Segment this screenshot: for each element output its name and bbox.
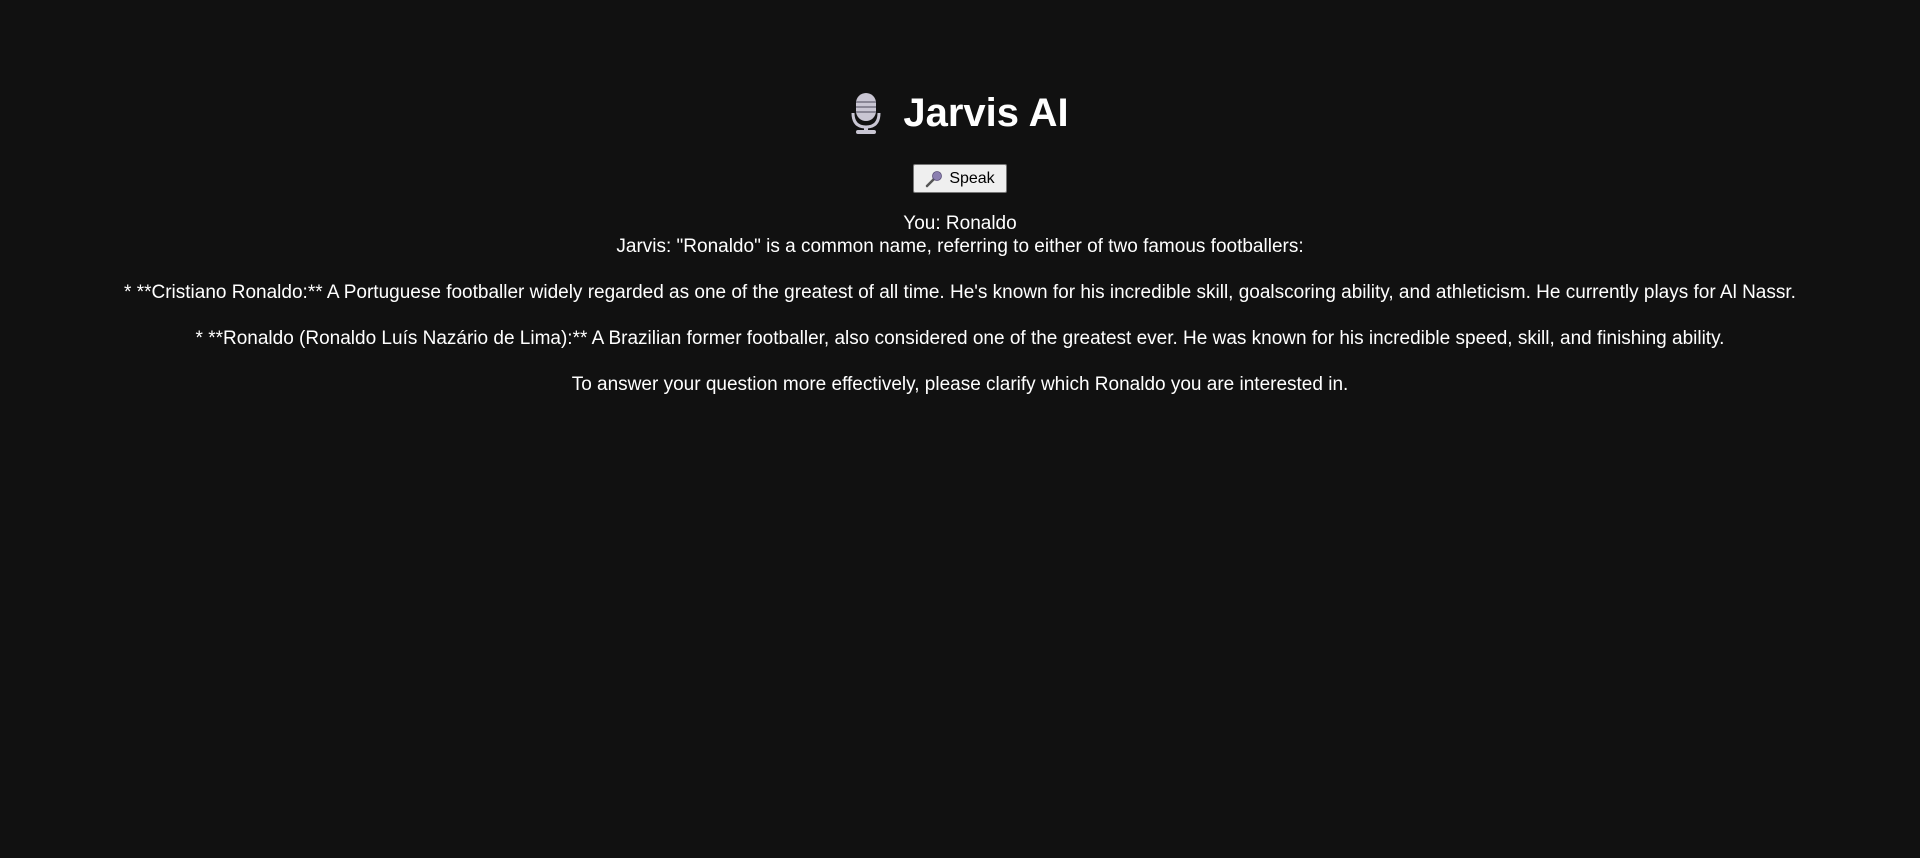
- user-message: You: Ronaldo: [903, 213, 1017, 234]
- assistant-bullet-2: * **Ronaldo (Ronaldo Luís Nazário de Lim…: [195, 328, 1725, 349]
- assistant-intro: Jarvis: "Ronaldo" is a common name, refe…: [616, 236, 1304, 257]
- page-title: Jarvis AI: [903, 91, 1069, 135]
- speak-button[interactable]: Speak: [913, 164, 1007, 193]
- assistant-bullet-1: * **Cristiano Ronaldo:** A Portuguese fo…: [124, 282, 1796, 303]
- app-page: Jarvis AI Speak You: Ronaldo Jarvis: "Ro…: [0, 0, 1920, 858]
- header: Jarvis AI: [0, 86, 1920, 140]
- microphone-icon: [851, 91, 881, 135]
- microphone-icon: [925, 170, 943, 188]
- assistant-closing: To answer your question more effectively…: [571, 374, 1349, 395]
- speak-button-label: Speak: [949, 169, 995, 187]
- transcript: You: Ronaldo Jarvis: "Ronaldo" is a comm…: [0, 212, 1920, 396]
